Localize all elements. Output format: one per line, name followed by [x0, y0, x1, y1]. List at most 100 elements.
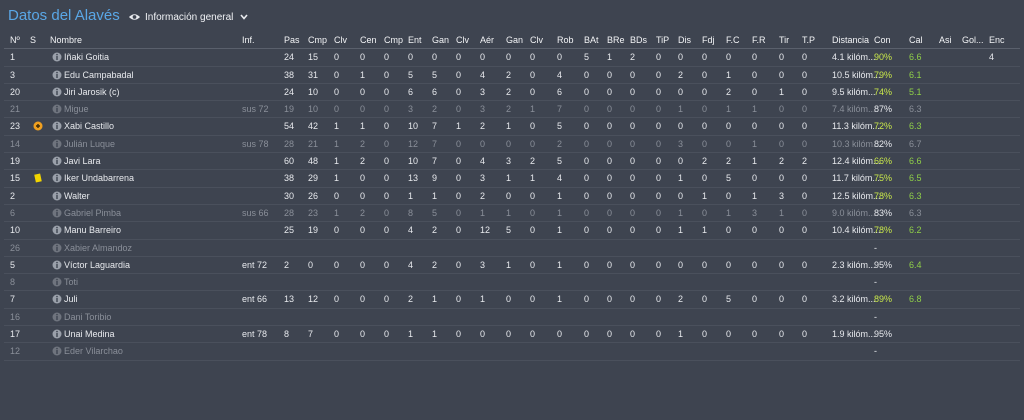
column-header[interactable]: Cen [360, 32, 377, 48]
player-name[interactable]: Iker Undabarrena [64, 170, 134, 186]
column-header[interactable]: Clv [334, 32, 347, 48]
player-name[interactable]: Xabi Castillo [64, 118, 114, 134]
player-name[interactable]: Dani Toribio [64, 309, 111, 325]
column-header[interactable]: Distancia [832, 32, 869, 48]
player-name[interactable]: Julián Luque [64, 136, 115, 152]
column-header[interactable]: Cmp [308, 32, 327, 48]
table-row[interactable]: 21 Migue sus 72 19 10 0 0 0 3 2 0 3 2 1 7 0 0 0 0 1 0 1 1 0 0 7.4… [4, 101, 1020, 119]
column-header[interactable]: Cmp [384, 32, 403, 48]
column-header[interactable]: Rob [557, 32, 574, 48]
column-header[interactable]: BRe [607, 32, 625, 48]
table-row[interactable]: 2 Walter 30 26 0 0 0 1 1 0 2 0 0 1 0 0 0 0 0 1 0 1 3 0 12.5 kiló… [4, 188, 1020, 205]
column-header[interactable]: Asi [939, 32, 952, 48]
stat-value: 3 [480, 173, 486, 184]
stat-value: 1 [506, 259, 512, 270]
player-name[interactable]: Xabier Almandoz [64, 240, 132, 256]
column-header[interactable]: Clv [456, 32, 469, 48]
info-icon[interactable] [52, 277, 62, 287]
info-icon[interactable] [52, 191, 62, 201]
info-icon[interactable] [52, 121, 62, 131]
table-row[interactable]: 17 Unai Medina ent 78 8 7 0 0 0 1 1 0 0 0 0 0 0 0 0 0 1 0 0 0 0… [4, 326, 1020, 344]
info-icon[interactable] [52, 312, 62, 322]
info-icon[interactable] [52, 243, 62, 253]
column-header[interactable]: Dis [678, 32, 691, 48]
table-row[interactable]: 20 Jiri Jarosik (c) 24 10 0 0 0 6 6 0 3 2 0 6 0 0 0 0 0 0 2 0… [4, 84, 1020, 102]
column-header[interactable]: Clv [530, 32, 543, 48]
info-icon[interactable] [52, 156, 62, 166]
player-name[interactable]: Walter [64, 188, 90, 204]
info-icon[interactable] [52, 260, 62, 270]
info-icon[interactable] [52, 87, 62, 97]
table-row[interactable]: 23 Xabi Castillo 54 42 1 1 0 10 7 1 2 1 0 5 0 0 0 0 0 0 0 0 0 0… [4, 118, 1020, 136]
column-header[interactable]: S [30, 32, 36, 48]
column-header[interactable]: Gan [506, 32, 523, 48]
info-icon[interactable] [52, 329, 62, 339]
shirt-number: 1 [10, 52, 16, 63]
column-header[interactable]: BDs [630, 32, 647, 48]
info-icon[interactable] [52, 225, 62, 235]
column-header[interactable]: Gol... [962, 32, 984, 48]
table-row[interactable]: 10 Manu Barreiro 25 19 0 0 0 4 2 0 12 5 0 1 0 0 0 0 1 1 0 0 0 0… [4, 222, 1020, 240]
table-row[interactable]: 26 Xabier Almandoz - [4, 240, 1020, 257]
column-header[interactable]: Pas [284, 32, 300, 48]
player-name[interactable]: Gabriel Pimba [64, 205, 121, 221]
stat-value: 0 [607, 69, 613, 80]
condition-value: 75% [874, 173, 893, 184]
table-row[interactable]: 5 Víctor Laguardia ent 72 2 0 0 0 0 4 2 0 3 1 0 1 0 0 0 0 0… [4, 257, 1020, 275]
column-header[interactable]: Enc [989, 32, 1005, 48]
column-header[interactable]: TiP [656, 32, 669, 48]
column-header[interactable]: Fdj [702, 32, 715, 48]
column-header[interactable]: Inf. [242, 32, 255, 48]
info-icon[interactable] [52, 173, 62, 183]
column-header[interactable]: F.C [726, 32, 740, 48]
column-header[interactable]: Con [874, 32, 891, 48]
info-icon[interactable] [52, 104, 62, 114]
column-header[interactable]: Ent [408, 32, 422, 48]
table-row[interactable]: 12 Eder Vilarchao - [4, 343, 1020, 361]
player-name[interactable]: Jiri Jarosik (c) [64, 84, 120, 100]
rating-value: 6.3 [909, 207, 922, 218]
stat-value: 0 [480, 52, 486, 63]
rating-value: 6.2 [909, 225, 922, 236]
table-row[interactable]: 15 Iker Undabarrena 38 29 1 0 0 13 9 0 3 1 1 4 0 0 0 0 1 0 5… [4, 170, 1020, 188]
info-icon[interactable] [52, 346, 62, 356]
column-header[interactable]: Nombre [50, 32, 82, 48]
stat-value: 0 [779, 173, 785, 184]
player-name[interactable]: Eder Vilarchao [64, 343, 123, 359]
player-name[interactable]: Juli [64, 291, 78, 307]
info-icon[interactable] [52, 208, 62, 218]
column-header[interactable]: Cal [909, 32, 923, 48]
column-header[interactable]: Aér [480, 32, 494, 48]
view-selector-dropdown[interactable]: Información general [128, 8, 249, 26]
info-icon[interactable] [52, 52, 62, 62]
player-name[interactable]: Manu Barreiro [64, 222, 121, 238]
column-header[interactable]: F.R [752, 32, 766, 48]
info-icon[interactable] [52, 294, 62, 304]
info-icon[interactable] [52, 70, 62, 80]
column-header[interactable]: BAt [584, 32, 599, 48]
stat-value: 0 [656, 329, 662, 340]
stat-value: 19 [284, 104, 295, 115]
table-row[interactable]: 19 Javi Lara 60 48 1 2 0 10 7 0 4 3 2 5 0 0 0 0 0 2 2 1 2 2 12.4… [4, 153, 1020, 171]
stat-value: 1 [408, 329, 414, 340]
column-header[interactable]: T.P [802, 32, 815, 48]
stat-value: 2 [726, 86, 732, 97]
column-header[interactable]: Gan [432, 32, 449, 48]
table-row[interactable]: 7 Juli ent 66 13 12 0 0 0 2 1 0 1 0 0 1 0 0 0 0 2 0 5 0 0 0 3.2 k… [4, 291, 1020, 309]
player-name[interactable]: Iñaki Goitia [64, 49, 109, 65]
column-header[interactable]: Nº [10, 32, 20, 48]
player-name[interactable]: Migue [64, 101, 89, 117]
table-row[interactable]: 8 Toti - [4, 274, 1020, 292]
table-row[interactable]: 16 Dani Toribio - [4, 309, 1020, 327]
player-name[interactable]: Unai Medina [64, 326, 115, 342]
player-name[interactable]: Edu Campabadal [64, 67, 134, 83]
info-icon[interactable] [52, 139, 62, 149]
player-name[interactable]: Toti [64, 274, 78, 290]
player-name[interactable]: Javi Lara [64, 153, 101, 169]
table-row[interactable]: 6 Gabriel Pimba sus 66 28 23 1 2 0 8 5 0 1 1 0 1 0 0 0 0 1 0… [4, 205, 1020, 223]
column-header[interactable]: Tir [779, 32, 789, 48]
table-row[interactable]: 3 Edu Campabadal 38 31 0 1 0 5 5 0 4 2 0 4 0 0 0 0 2 0 1 0 0 0 1… [4, 67, 1020, 84]
table-row[interactable]: 1 Iñaki Goitia 24 15 0 0 0 0 0 0 0 0 0 0 5 1 2 0 0 0 0 0 0 0 4.1… [4, 49, 1020, 67]
table-row[interactable]: 14 Julián Luque sus 78 28 21 1 2 0 12 7 0 0 0 0 2 0 0 0 0 3… [4, 136, 1020, 154]
player-name[interactable]: Víctor Laguardia [64, 257, 130, 273]
